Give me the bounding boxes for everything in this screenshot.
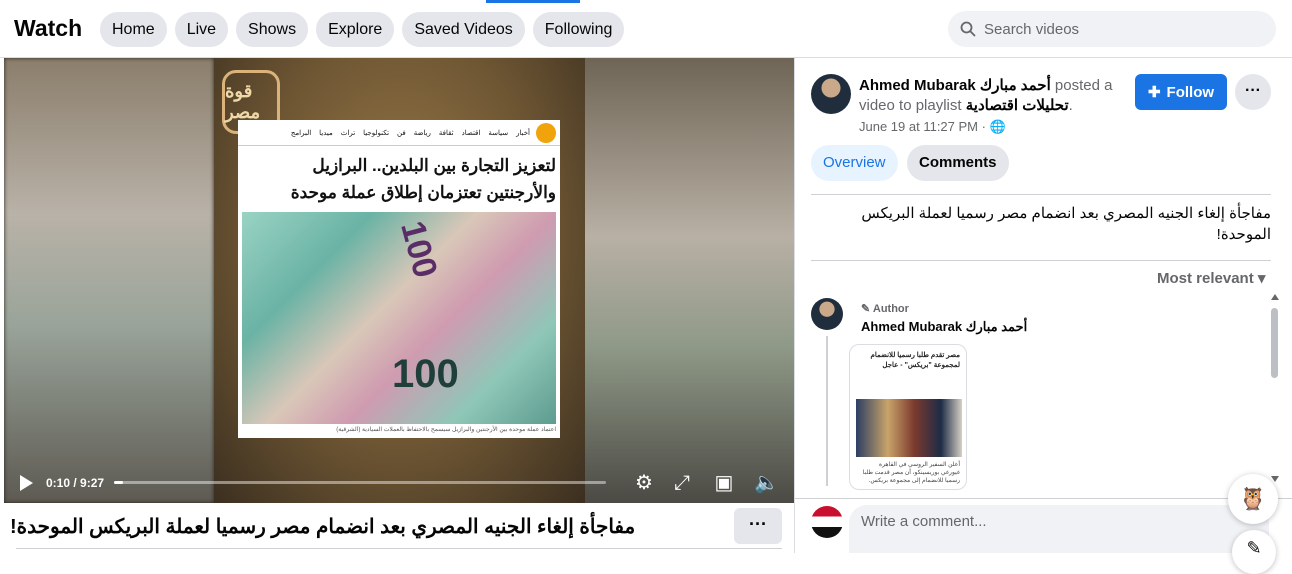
card-nav-item: ثقافة [438,129,454,137]
divider [811,260,1271,261]
video-backdrop-left [4,58,214,503]
card-nav-item: فن [397,129,406,137]
nav-explore[interactable]: Explore [316,12,395,47]
scrollbar-thumb[interactable] [1271,308,1278,378]
thread-line [826,336,828,486]
page-title: Watch [14,15,83,41]
news-headline: لتعزيز التجارة بين البلدين.. البرازيل وا… [290,156,556,202]
comment-image-caption: أعلن السفير الروسي في القاهرة غيورغي بور… [862,462,960,484]
commenter-name[interactable]: Ahmed Mubarak أحمد مبارك [861,319,1027,335]
video-description: مفاجأة إلغاء الجنيه المصري بعد انضمام مص… [861,205,1271,243]
card-nav-item: تكنولوجيا [363,129,390,137]
scroll-up-icon[interactable] [1271,294,1279,300]
card-nav-item: رياضة [413,129,431,137]
nav-shows[interactable]: Shows [236,12,309,47]
post-options-button[interactable]: ··· [1235,74,1271,110]
divider [795,498,1292,499]
globe-icon: 🌐 [989,119,1006,134]
card-nav-item: ميديا [319,129,333,137]
video-more-button[interactable]: ··· [734,508,782,544]
comment-input[interactable] [861,513,1241,530]
card-nav-item: تراث [340,129,356,137]
banknote-value: 100 [393,217,445,282]
details-panel: Ahmed Mubarak أحمد مبارك posted a video … [794,58,1292,553]
follow-button[interactable]: ✚ Follow [1135,74,1227,110]
new-message-icon[interactable]: ✎ [1232,530,1276,574]
comment-image-headline: مصر تقدم طلبا رسميا للانضمام لمجموعة "بر… [870,352,960,369]
playlist-link[interactable]: تحليلات اقتصادية [966,97,1069,114]
video-player[interactable]: قوة مصر البرامج ميديا تراث تكنولوجيا فن … [4,58,794,503]
author-avatar[interactable] [811,74,851,114]
volume-icon[interactable]: 🔈 [754,471,779,495]
active-tab-indicator [486,0,580,3]
settings-gear-icon[interactable]: ⚙ [632,471,656,495]
video-frame: قوة مصر البرامج ميديا تراث تكنولوجيا فن … [214,58,585,503]
divider [811,194,1271,195]
card-nav-item: أخبار [516,129,530,137]
card-nav-item: سياسة [488,129,509,137]
seek-progress [114,481,123,484]
search-input[interactable] [984,20,1254,38]
nav-saved-videos[interactable]: Saved Videos [402,12,525,47]
author-name[interactable]: Ahmed Mubarak أحمد مبارك [859,77,1051,94]
post-timestamp[interactable]: June 19 at 11:27 PM · 🌐 [859,119,1006,135]
news-card-nav: البرامج ميديا تراث تكنولوجيا فن رياضة ثق… [238,120,560,146]
nav-live[interactable]: Live [174,12,229,47]
video-controls: 0:10 / 9:27 ⚙ ⤢ ▣ 🔈 [4,463,794,503]
owl-extension-icon[interactable]: 🦉 [1228,474,1278,524]
follow-icon: ✚ [1147,84,1161,101]
scroll-down-icon[interactable] [1271,476,1279,482]
commenter-avatar[interactable] [811,298,843,330]
video-title: مفاجأة إلغاء الجنيه المصري بعد انضمام مص… [10,516,636,538]
tab-comments[interactable]: Comments [907,145,1009,181]
video-time: 0:10 / 9:27 [46,476,105,490]
comment-composer[interactable] [849,505,1269,553]
author-badge: ✎ Author [861,303,909,315]
video-backdrop-right [584,58,794,503]
banknotes-image: 100 100 [242,212,556,424]
news-caption: اعتماد عملة موحدة بين الأرجنتين والبرازي… [336,427,556,433]
comment-image-photo [856,399,962,457]
top-bar: Watch Home Live Shows Explore Saved Vide… [0,0,1292,58]
watch-nav: Home Live Shows Explore Saved Videos Fol… [100,12,625,47]
card-nav-item: اقتصاد [461,129,481,137]
nav-home[interactable]: Home [100,12,167,47]
my-avatar[interactable] [811,506,843,538]
tab-overview[interactable]: Overview [811,145,898,181]
nav-following[interactable]: Following [532,12,625,47]
comment-image[interactable]: مصر تقدم طلبا رسميا للانضمام لمجموعة "بر… [849,344,967,490]
caret-down-icon: ▾ [1257,270,1266,287]
search-icon [960,21,976,37]
news-card: البرامج ميديا تراث تكنولوجيا فن رياضة ثق… [238,120,560,438]
comment-sort-dropdown[interactable]: Most relevant ▾ [1157,269,1265,287]
card-nav-item: البرامج [290,129,312,137]
play-icon[interactable] [20,475,33,491]
divider [16,548,782,549]
search-box[interactable] [948,11,1276,47]
aljazeera-logo-icon [536,123,556,143]
comments-list: ✎ Author Ahmed Mubarak أحمد مبارك مصر تق… [795,292,1292,490]
fullscreen-icon[interactable]: ⤢ [670,471,694,495]
post-header: Ahmed Mubarak أحمد مبارك posted a video … [859,77,1113,114]
seek-bar[interactable] [114,481,606,484]
pencil-icon: ✎ [861,303,871,315]
banknote-value: 100 [392,352,459,396]
picture-in-picture-icon[interactable]: ▣ [712,471,736,495]
